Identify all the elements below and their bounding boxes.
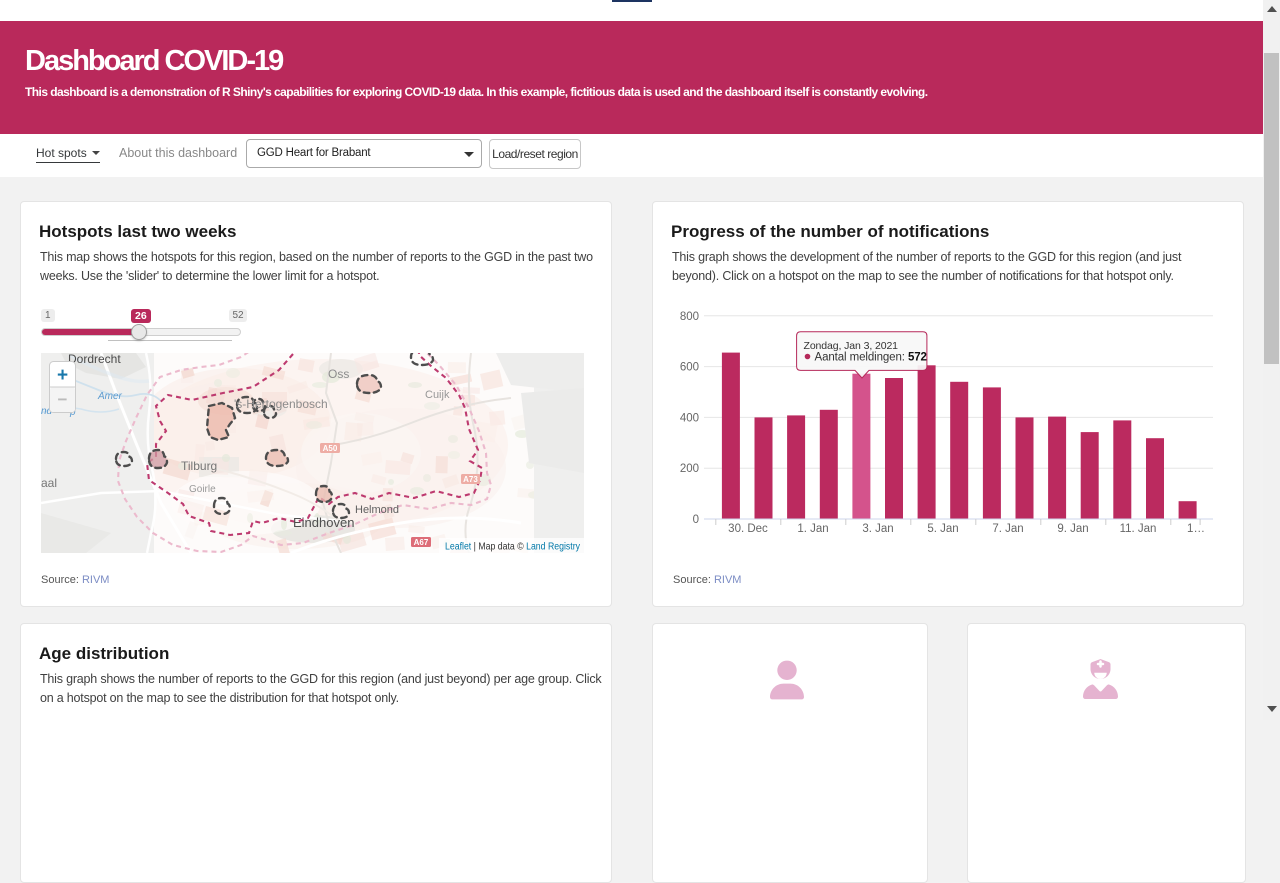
svg-text:11. Jan: 11. Jan: [1120, 523, 1157, 535]
svg-text:Helmond: Helmond: [355, 504, 399, 516]
svg-text:+: +: [57, 365, 68, 386]
svg-text:9. Jan: 9. Jan: [1057, 523, 1088, 535]
svg-text:aal: aal: [41, 476, 57, 490]
svg-text:600: 600: [680, 362, 699, 374]
svg-text:30. Dec: 30. Dec: [728, 523, 768, 535]
svg-text:Oss: Oss: [328, 367, 349, 381]
svg-text:5. Jan: 5. Jan: [927, 523, 958, 535]
svg-text:A67: A67: [414, 538, 429, 547]
svg-text:Goirle: Goirle: [189, 484, 216, 495]
svg-text:1…: 1…: [1187, 523, 1205, 535]
svg-text:1. Jan: 1. Jan: [797, 523, 828, 535]
svg-text:Amer: Amer: [97, 391, 123, 402]
svg-text:800: 800: [680, 311, 699, 323]
svg-text:A50: A50: [323, 444, 338, 453]
svg-text:Tilburg: Tilburg: [181, 459, 217, 473]
svg-text:−: −: [58, 390, 68, 409]
svg-text:Eindhoven: Eindhoven: [293, 515, 354, 530]
svg-text:A73: A73: [463, 475, 478, 484]
svg-text:0: 0: [693, 514, 699, 526]
svg-text:Zondag, Jan 3, 2021: Zondag, Jan 3, 2021: [804, 340, 899, 352]
svg-text:400: 400: [680, 412, 699, 424]
svg-text:200: 200: [680, 463, 699, 475]
svg-text:Aantal meldingen: 572: Aantal meldingen: 572: [815, 352, 927, 364]
svg-text:Dordrecht: Dordrecht: [68, 353, 121, 366]
svg-text:7. Jan: 7. Jan: [992, 523, 1023, 535]
svg-text:3. Jan: 3. Jan: [862, 523, 893, 535]
svg-text:'s-Hertogenbosch: 's-Hertogenbosch: [234, 397, 328, 411]
svg-text:Leaflet | Map data © Land Regi: Leaflet | Map data © Land Registry: [445, 542, 580, 553]
svg-text:Cuijk: Cuijk: [425, 389, 450, 401]
